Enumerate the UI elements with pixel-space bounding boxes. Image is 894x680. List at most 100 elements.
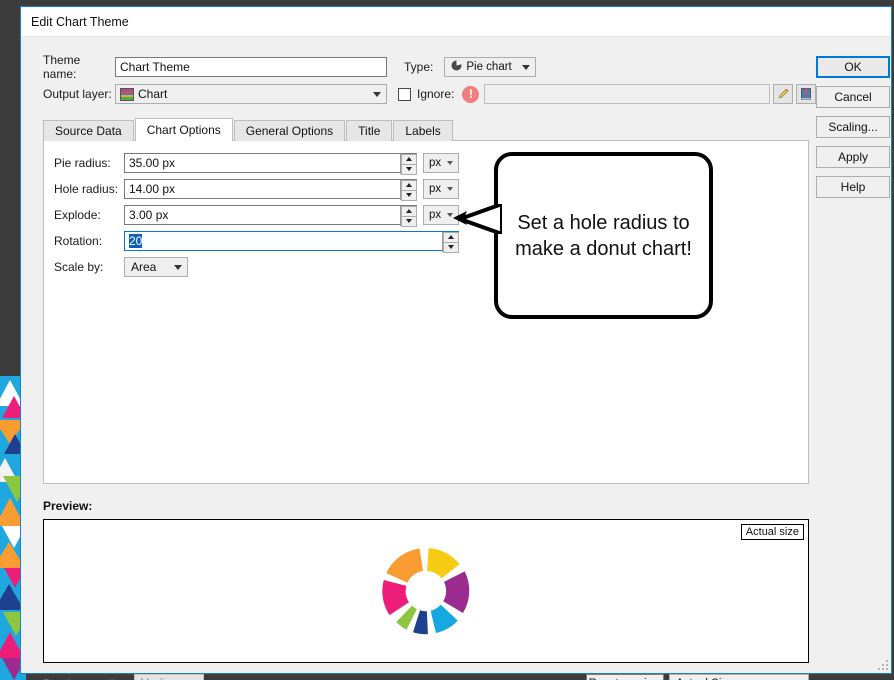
rotation-label: Rotation: — [54, 234, 103, 248]
chevron-down-icon — [174, 265, 182, 270]
explode-label: Explode: — [54, 208, 101, 222]
tab-general-options[interactable]: General Options — [233, 120, 346, 141]
tab-label: Source Data — [55, 124, 122, 138]
preview-toolbar: Preview quality: Medium Reset preview Ac… — [43, 672, 809, 680]
pie-chart-icon — [451, 60, 462, 74]
ok-label: OK — [844, 60, 862, 74]
rotation-input[interactable]: 20 — [124, 231, 459, 253]
explode-input[interactable]: 3.00 px — [124, 205, 417, 227]
apply-label: Apply — [837, 150, 869, 164]
pie-radius-value: 35.00 px — [129, 156, 176, 170]
preview-label: Preview: — [43, 499, 93, 513]
screen: Edit Chart Theme Theme name: Chart Theme… — [0, 0, 894, 680]
tab-label: Title — [358, 124, 381, 138]
tab-label: General Options — [245, 124, 334, 138]
dialog-title: Edit Chart Theme — [31, 14, 129, 29]
tab-labels[interactable]: Labels — [393, 120, 453, 141]
pie-radius-stepper[interactable] — [400, 153, 417, 175]
donut-slice-2 — [443, 571, 470, 613]
explode-unit: px — [429, 209, 442, 221]
preview-quality-dropdown: Medium — [134, 674, 205, 680]
reset-preview-button[interactable]: Reset preview — [586, 673, 664, 680]
preview-zoom-dropdown[interactable]: Actual Size — [669, 673, 809, 680]
preview-canvas[interactable]: Actual size — [43, 519, 809, 663]
rotation-row: Rotation: 20 — [54, 231, 459, 253]
explode-value: 3.00 px — [129, 208, 169, 222]
theme-name-row: Theme name: Chart Theme Type: Pie chart — [43, 53, 537, 81]
pie-radius-unit-dropdown[interactable]: px — [423, 153, 459, 173]
scale-by-value: Area — [131, 260, 157, 274]
hole-radius-unit-dropdown[interactable]: px — [423, 179, 459, 199]
theme-name-label: Theme name: — [43, 53, 81, 81]
rotation-value: 20 — [129, 234, 143, 248]
pie-radius-row: Pie radius: 35.00 px px — [54, 153, 459, 175]
help-label: Help — [840, 180, 866, 194]
hole-radius-value: 14.00 px — [129, 182, 176, 196]
tab-source-data[interactable]: Source Data — [43, 120, 134, 141]
output-layer-label: Output layer: — [43, 87, 112, 101]
help-button[interactable]: Help — [816, 176, 890, 198]
donut-slice-5 — [396, 605, 417, 630]
explode-row: Explode: 3.00 px px — [54, 205, 459, 227]
chart-type-value: Pie chart — [466, 61, 512, 73]
rotation-stepper[interactable] — [442, 231, 459, 253]
hole-radius-row: Hole radius: 14.00 px px — [54, 179, 459, 201]
output-layer-value: Chart — [138, 87, 168, 101]
type-label: Type: — [404, 60, 434, 74]
output-layer-dropdown[interactable]: Chart — [115, 84, 387, 104]
pie-radius-input[interactable]: 35.00 px — [124, 153, 417, 175]
donut-slice-4 — [413, 610, 428, 635]
tab-label: Chart Options — [146, 123, 221, 137]
ok-button[interactable]: OK — [816, 56, 890, 78]
cancel-button[interactable]: Cancel — [816, 86, 890, 108]
chevron-down-icon — [522, 65, 531, 70]
theme-name-value: Chart Theme — [120, 60, 190, 74]
callout-tail — [458, 204, 502, 234]
tab-chart-options[interactable]: Chart Options — [134, 118, 233, 141]
pie-radius-unit: px — [429, 157, 442, 169]
preview-actions-group: Reset preview Actual Size — [586, 672, 809, 680]
tab-title[interactable]: Title — [346, 120, 393, 141]
chevron-down-icon — [373, 92, 381, 97]
pie-radius-label: Pie radius: — [54, 156, 111, 170]
theme-name-input[interactable]: Chart Theme — [115, 57, 387, 77]
ignore-label: Ignore: — [417, 87, 455, 101]
tab-bar: Source Data Chart Options General Option… — [43, 118, 454, 141]
donut-chart-preview — [382, 548, 470, 635]
cancel-label: Cancel — [834, 90, 872, 104]
dialog-button-column: OK Cancel Scaling... Apply Help — [816, 56, 890, 206]
scaling-label: Scaling... — [828, 120, 878, 134]
explode-stepper[interactable] — [400, 205, 417, 227]
hole-radius-input[interactable]: 14.00 px — [124, 179, 417, 201]
donut-slice-6 — [382, 580, 409, 616]
scale-by-dropdown[interactable]: Area — [124, 257, 188, 277]
chevron-down-icon — [447, 187, 453, 191]
hole-radius-unit: px — [429, 183, 442, 195]
chart-type-dropdown[interactable]: Pie chart — [444, 57, 537, 77]
chevron-down-icon — [447, 161, 453, 165]
layers-icon — [120, 87, 134, 101]
hole-radius-stepper[interactable] — [400, 179, 417, 201]
actual-size-badge: Actual size — [740, 524, 804, 540]
tab-label: Labels — [405, 124, 441, 138]
edit-chart-theme-dialog: Edit Chart Theme Theme name: Chart Theme… — [20, 6, 892, 680]
resize-grip[interactable] — [877, 659, 888, 670]
scale-by-row: Scale by: Area — [54, 257, 188, 277]
dialog-body: Theme name: Chart Theme Type: Pie chart — [21, 38, 891, 680]
apply-button[interactable]: Apply — [816, 146, 890, 168]
scale-by-label: Scale by: — [54, 260, 104, 274]
scaling-button[interactable]: Scaling... — [816, 116, 890, 138]
pencil-icon[interactable] — [773, 84, 794, 104]
dialog-titlebar: Edit Chart Theme — [21, 7, 891, 37]
donut-slice-7 — [386, 548, 423, 583]
hole-radius-label: Hole radius: — [54, 182, 119, 196]
preview-quality-group: Preview quality: Medium — [43, 672, 205, 680]
book-icon[interactable] — [796, 84, 817, 104]
callout-bubble: Set a hole radius to make a donut chart! — [494, 152, 713, 319]
donut-slice-1 — [427, 548, 460, 579]
warning-icon: ! — [462, 85, 480, 103]
ignore-expression-input[interactable] — [484, 84, 771, 104]
donut-slice-3 — [430, 604, 458, 633]
output-layer-row: Output layer: Chart Ignore: ! — [43, 83, 817, 105]
ignore-checkbox[interactable] — [398, 87, 411, 101]
